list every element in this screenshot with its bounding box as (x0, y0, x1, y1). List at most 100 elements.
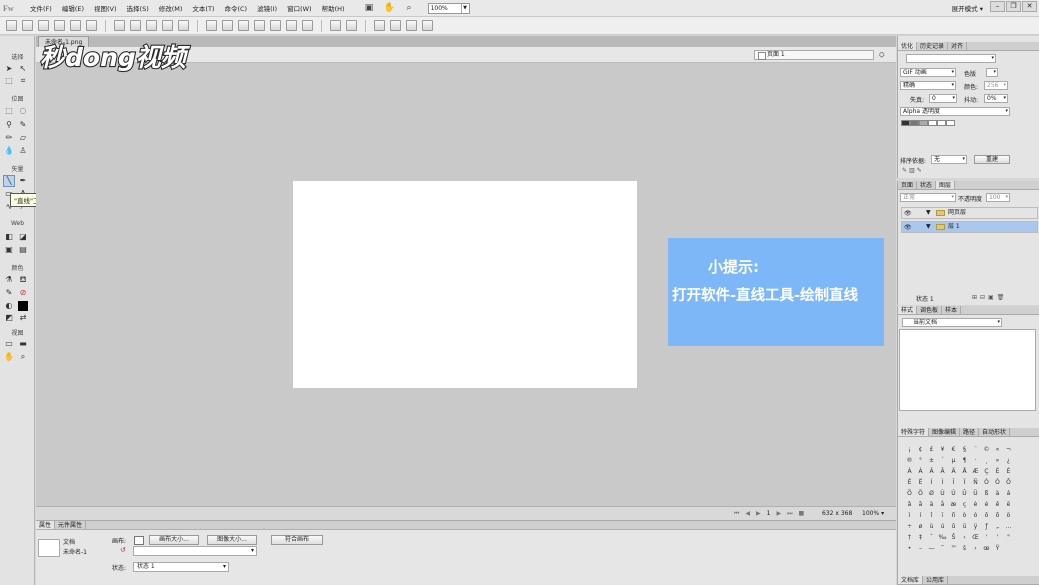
group-icon[interactable] (206, 20, 217, 31)
special-char[interactable]: — (926, 543, 937, 554)
prev-frame-icon[interactable]: ◀ (745, 509, 750, 519)
menu-item[interactable]: 选择(S) (122, 3, 154, 13)
special-char[interactable]: ¢ (915, 444, 926, 455)
special-char[interactable]: ¡ (904, 444, 915, 455)
special-char[interactable]: Ç (981, 466, 992, 477)
rotate-canvas-icon[interactable]: ↺ (120, 546, 126, 554)
print-icon[interactable] (86, 20, 97, 31)
special-char[interactable]: Ä (948, 466, 959, 477)
split-icon[interactable] (254, 20, 265, 31)
eyedropper-tool-icon[interactable]: ⚗ (4, 275, 14, 285)
menu-item[interactable]: 文件(F) (25, 3, 57, 13)
special-char[interactable]: Æ (970, 466, 981, 477)
palette-select[interactable]: 精确 (900, 81, 956, 90)
special-char[interactable]: Ï (959, 477, 970, 488)
tab-history[interactable]: 历史记录 (917, 42, 949, 50)
special-char[interactable]: ¸ (981, 455, 992, 466)
tab-special-characters[interactable]: 特殊字符 (898, 428, 930, 436)
opacity-input[interactable]: 100 (986, 193, 1010, 202)
special-char[interactable]: ö (1003, 510, 1014, 521)
fill-swatch[interactable] (18, 301, 28, 311)
bridge-icon[interactable]: ▣ (364, 3, 375, 14)
format-select[interactable]: GIF 动画 (900, 68, 956, 77)
show-slices-icon[interactable]: ▤ (18, 245, 28, 255)
menu-item[interactable]: 视图(V) (89, 3, 122, 13)
canvas-color-swatch[interactable] (134, 536, 144, 545)
standard-screen-icon[interactable]: ▭ (4, 339, 14, 349)
tab-states[interactable]: 状态 (917, 181, 937, 189)
default-colors-icon[interactable]: ◩ (4, 313, 14, 323)
layer-action-icons[interactable]: ⊞⊟▣🗑 (972, 294, 1007, 301)
special-char[interactable]: Ë (915, 477, 926, 488)
special-char[interactable]: ô (981, 510, 992, 521)
distribute-icon[interactable] (346, 20, 357, 31)
canvas-option-select[interactable] (133, 546, 257, 556)
special-char[interactable]: ÿ (970, 521, 981, 532)
open-icon[interactable] (22, 20, 33, 31)
import-icon[interactable] (54, 20, 65, 31)
special-char[interactable]: ‰ (937, 532, 948, 543)
redo-icon[interactable] (130, 20, 141, 31)
palette-color[interactable] (946, 120, 955, 126)
hotspot-tool-icon[interactable]: ◧ (4, 232, 14, 242)
special-char[interactable]: ¶ (959, 455, 970, 466)
special-char[interactable]: î (926, 510, 937, 521)
hand-icon[interactable]: ✋ (384, 3, 395, 14)
send-back-icon[interactable] (286, 20, 297, 31)
special-char[interactable]: Î (948, 477, 959, 488)
tab-samples[interactable]: 样本 (942, 306, 962, 314)
zoom-tool-icon[interactable]: ⌕ (18, 352, 28, 362)
optimize-preset-select[interactable] (906, 54, 996, 63)
matte-swatch[interactable] (986, 68, 998, 77)
workspace-switcher[interactable]: 展开模式 ▾ (952, 3, 983, 13)
fill-color-icon[interactable]: ◐ (4, 301, 14, 311)
pencil-tool-icon[interactable]: ✏ (4, 133, 14, 143)
special-char[interactable]: ê (992, 499, 1003, 510)
menu-item[interactable]: 文本(T) (187, 3, 219, 13)
play-icon[interactable]: ▶ (756, 509, 761, 519)
special-char[interactable]: ° (915, 455, 926, 466)
tab-layers[interactable]: 图层 (936, 181, 956, 189)
stop-icon[interactable]: ■ (799, 509, 805, 519)
no-color-icon[interactable]: ⊘ (18, 288, 28, 298)
hand-tool-icon[interactable]: ✋ (4, 352, 14, 362)
special-char[interactable]: Œ (970, 532, 981, 543)
special-char[interactable]: • (904, 543, 915, 554)
special-char[interactable]: è (970, 499, 981, 510)
palette-color[interactable] (919, 120, 928, 126)
special-char[interactable]: Õ (904, 488, 915, 499)
palette-tool-icons[interactable]: ✎▥✎ (902, 167, 924, 174)
special-char[interactable]: ƒ (981, 521, 992, 532)
next-frame-icon[interactable]: ▶ (776, 509, 781, 519)
special-char[interactable]: » (992, 455, 1003, 466)
styles-list[interactable] (899, 329, 1036, 411)
special-char[interactable]: É (1003, 466, 1014, 477)
canvas[interactable] (293, 181, 637, 388)
page-options-icon[interactable]: ⛭ (879, 50, 889, 60)
tab-common-library[interactable]: 公用库 (923, 576, 949, 584)
special-char[interactable]: " (1003, 532, 1014, 543)
join-icon[interactable] (238, 20, 249, 31)
special-char[interactable]: œ (981, 543, 992, 554)
special-char[interactable]: á (1003, 488, 1014, 499)
hide-slices-icon[interactable]: ▣ (4, 245, 14, 255)
canvas-size-button[interactable]: 画布大小... (149, 535, 199, 545)
state-select[interactable]: 状态 1 (133, 562, 229, 572)
palette-color[interactable] (901, 120, 910, 126)
special-char[interactable]: ó (970, 510, 981, 521)
menu-item[interactable]: 帮助(H) (317, 3, 350, 13)
special-char[interactable]: ï (937, 510, 948, 521)
new-icon[interactable] (6, 20, 17, 31)
special-char[interactable]: … (1003, 521, 1014, 532)
special-char[interactable]: Ù (937, 488, 948, 499)
tab-document-library[interactable]: 文档库 (898, 576, 924, 584)
fit-canvas-button[interactable]: 符合画布 (271, 535, 323, 545)
palette-color[interactable] (910, 120, 919, 126)
cut-icon[interactable] (146, 20, 157, 31)
special-char[interactable]: Ö (915, 488, 926, 499)
special-char[interactable]: ‡ (915, 532, 926, 543)
special-char[interactable]: · (970, 455, 981, 466)
special-char[interactable]: ¨ (970, 444, 981, 455)
special-char[interactable]: › (970, 543, 981, 554)
dither-input[interactable]: 0% (984, 94, 1008, 103)
